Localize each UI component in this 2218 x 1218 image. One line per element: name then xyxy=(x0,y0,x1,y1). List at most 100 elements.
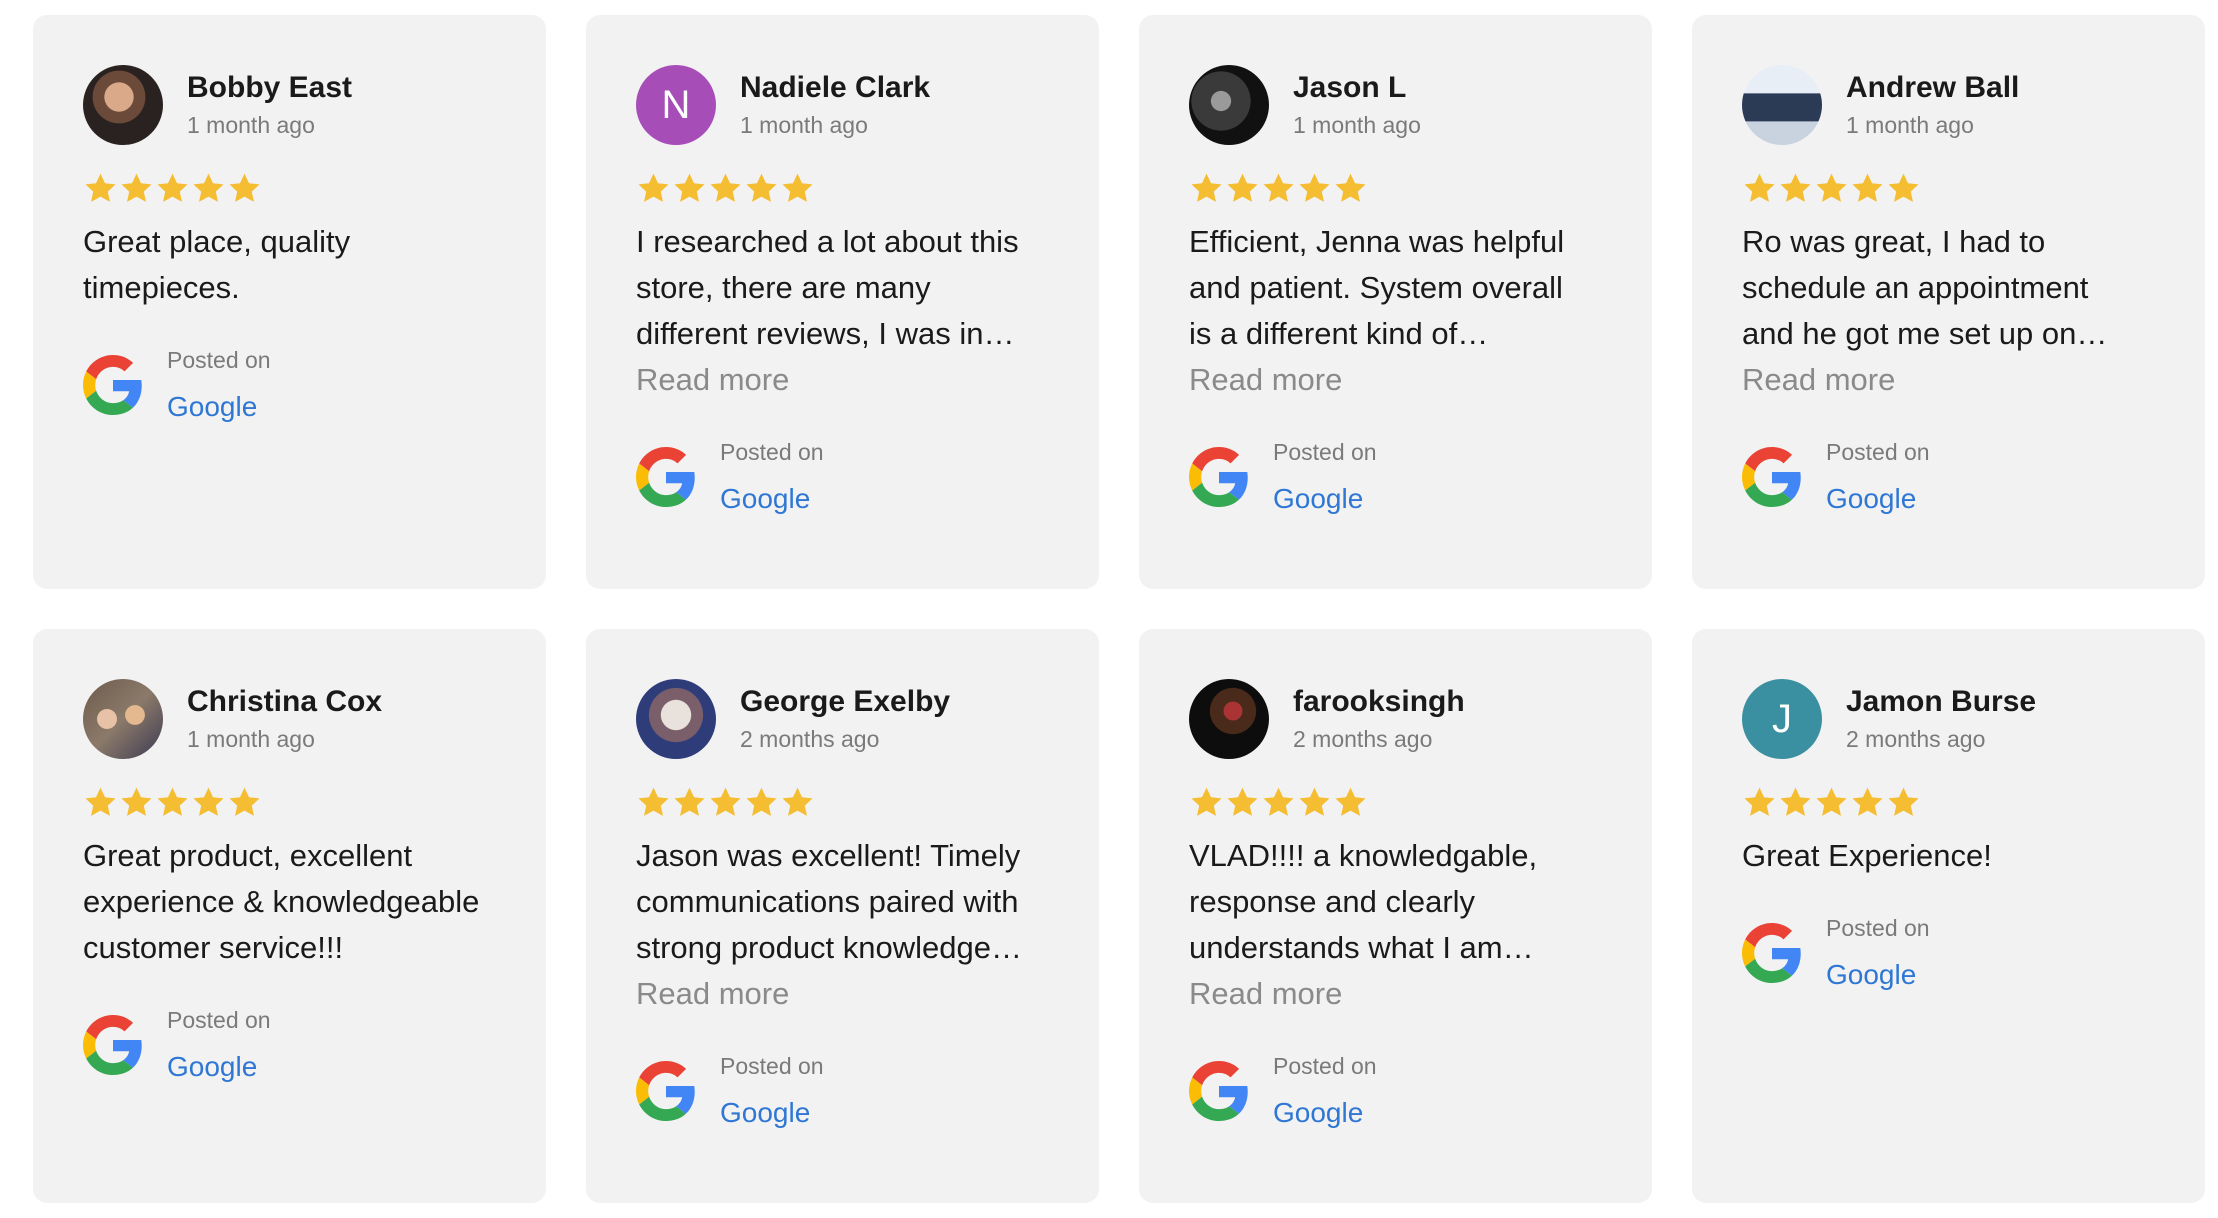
star-icon xyxy=(121,787,152,816)
read-more-link[interactable]: Read more xyxy=(1189,357,1602,403)
review-card: Jason L 1 month ago Efficient, Jenna was h… xyxy=(1139,15,1652,589)
review-card: J Jamon Burse 2 months ago Great Experience… xyxy=(1692,629,2205,1203)
read-more-link[interactable]: Read more xyxy=(636,971,1049,1017)
reviewer-name[interactable]: Jason L xyxy=(1293,70,1421,106)
avatar[interactable] xyxy=(1189,679,1269,759)
posted-on-google: Posted on Google xyxy=(1189,437,1602,517)
star-icon xyxy=(229,173,260,202)
google-link[interactable]: Google xyxy=(167,389,271,425)
google-link[interactable]: Google xyxy=(1826,481,1930,517)
posted-text: Posted on Google xyxy=(1273,437,1377,517)
review-text: Efficient, Jenna was helpful and patient.… xyxy=(1189,219,1602,403)
review-text: Great place, quality timepieces. xyxy=(83,219,496,311)
review-card: N Nadiele Clark 1 month ago I researched a … xyxy=(586,15,1099,589)
star-rating xyxy=(636,171,1049,207)
google-link[interactable]: Google xyxy=(1826,957,1930,993)
star-icon xyxy=(1888,787,1919,816)
star-icon xyxy=(638,173,669,202)
review-date: 1 month ago xyxy=(740,112,868,138)
star-icon xyxy=(782,787,813,816)
reviewer-name[interactable]: Jamon Burse xyxy=(1846,684,2036,720)
review-date: 1 month ago xyxy=(187,112,315,138)
avatar[interactable] xyxy=(1189,65,1269,145)
reviewer-name[interactable]: farooksingh xyxy=(1293,684,1465,720)
review-card: Christina Cox 1 month ago Great product, e… xyxy=(33,629,546,1203)
avatar[interactable] xyxy=(1742,65,1822,145)
reviewer-name[interactable]: George Exelby xyxy=(740,684,950,720)
review-date: 1 month ago xyxy=(187,726,315,752)
review-text-line: different reviews, I was in… xyxy=(636,316,1015,351)
review-text-line: Efficient, Jenna was helpful xyxy=(1189,224,1565,259)
avatar[interactable]: N xyxy=(636,65,716,145)
star-icon xyxy=(1191,787,1222,816)
avatar[interactable] xyxy=(83,65,163,145)
star-icon xyxy=(1744,173,1775,202)
review-date: 2 months ago xyxy=(1293,726,1433,752)
review-header: Andrew Ball 1 month ago xyxy=(1742,65,2155,145)
avatar[interactable]: J xyxy=(1742,679,1822,759)
read-more-link[interactable]: Read more xyxy=(1189,971,1602,1017)
reviewer-name[interactable]: Bobby East xyxy=(187,70,352,106)
review-text-line: Jason was excellent! Timely xyxy=(636,838,1021,873)
google-icon xyxy=(636,1061,695,1121)
google-link[interactable]: Google xyxy=(167,1049,271,1085)
read-more-link[interactable]: Read more xyxy=(1742,357,2155,403)
review-header: Bobby East 1 month ago xyxy=(83,65,496,145)
review-text-line: VLAD!!!! a knowledgable, xyxy=(1189,838,1538,873)
reviewer-meta: Jamon Burse 2 months ago xyxy=(1846,684,2036,754)
review-text-line: communications paired with xyxy=(636,884,1019,919)
star-icon xyxy=(229,787,260,816)
google-icon xyxy=(1742,447,1801,507)
star-rating xyxy=(83,171,496,207)
reviewer-name[interactable]: Christina Cox xyxy=(187,684,382,720)
posted-on-label: Posted on xyxy=(1826,439,1930,465)
review-header: N Nadiele Clark 1 month ago xyxy=(636,65,1049,145)
star-icon xyxy=(1816,787,1847,816)
posted-text: Posted on Google xyxy=(1826,913,1930,993)
read-more-link[interactable]: Read more xyxy=(636,357,1049,403)
review-header: J Jamon Burse 2 months ago xyxy=(1742,679,2155,759)
star-icon xyxy=(193,173,224,202)
google-link[interactable]: Google xyxy=(1273,481,1377,517)
review-text-line: timepieces. xyxy=(83,270,240,305)
star-icon xyxy=(782,173,813,202)
google-link[interactable]: Google xyxy=(1273,1095,1377,1131)
reviewer-name[interactable]: Nadiele Clark xyxy=(740,70,930,106)
review-text: Ro was great, I had to schedule an appoin… xyxy=(1742,219,2155,403)
star-icon xyxy=(1816,173,1847,202)
star-icon xyxy=(1263,787,1294,816)
review-text-line: schedule an appointment xyxy=(1742,270,2089,305)
star-icon xyxy=(674,787,705,816)
review-card: Andrew Ball 1 month ago Ro was great, I ha… xyxy=(1692,15,2205,589)
review-card: Bobby East 1 month ago Great place, qualit… xyxy=(33,15,546,589)
google-icon xyxy=(636,447,695,507)
star-icon xyxy=(674,173,705,202)
review-text-line: understands what I am… xyxy=(1189,930,1534,965)
reviewer-name[interactable]: Andrew Ball xyxy=(1846,70,2019,106)
avatar[interactable] xyxy=(636,679,716,759)
posted-on-label: Posted on xyxy=(720,1053,824,1079)
star-icon xyxy=(1299,173,1330,202)
star-icon xyxy=(1780,173,1811,202)
google-link[interactable]: Google xyxy=(720,481,824,517)
review-header: Jason L 1 month ago xyxy=(1189,65,1602,145)
posted-text: Posted on Google xyxy=(720,437,824,517)
star-icon xyxy=(157,173,188,202)
review-date: 2 months ago xyxy=(740,726,880,752)
posted-on-label: Posted on xyxy=(1273,1053,1377,1079)
review-text: I researched a lot about this store, ther… xyxy=(636,219,1049,403)
review-text-line: I researched a lot about this xyxy=(636,224,1019,259)
google-link[interactable]: Google xyxy=(720,1095,824,1131)
review-text-line: Great Experience! xyxy=(1742,838,1992,873)
avatar[interactable] xyxy=(83,679,163,759)
google-icon xyxy=(1189,1061,1248,1121)
star-icon xyxy=(1299,787,1330,816)
review-text-line: Ro was great, I had to xyxy=(1742,224,2046,259)
review-header: George Exelby 2 months ago xyxy=(636,679,1049,759)
review-text: Jason was excellent! Timely communication… xyxy=(636,833,1049,1017)
star-icon xyxy=(746,173,777,202)
star-icon xyxy=(1263,173,1294,202)
review-header: Christina Cox 1 month ago xyxy=(83,679,496,759)
star-icon xyxy=(710,173,741,202)
star-icon xyxy=(85,173,116,202)
